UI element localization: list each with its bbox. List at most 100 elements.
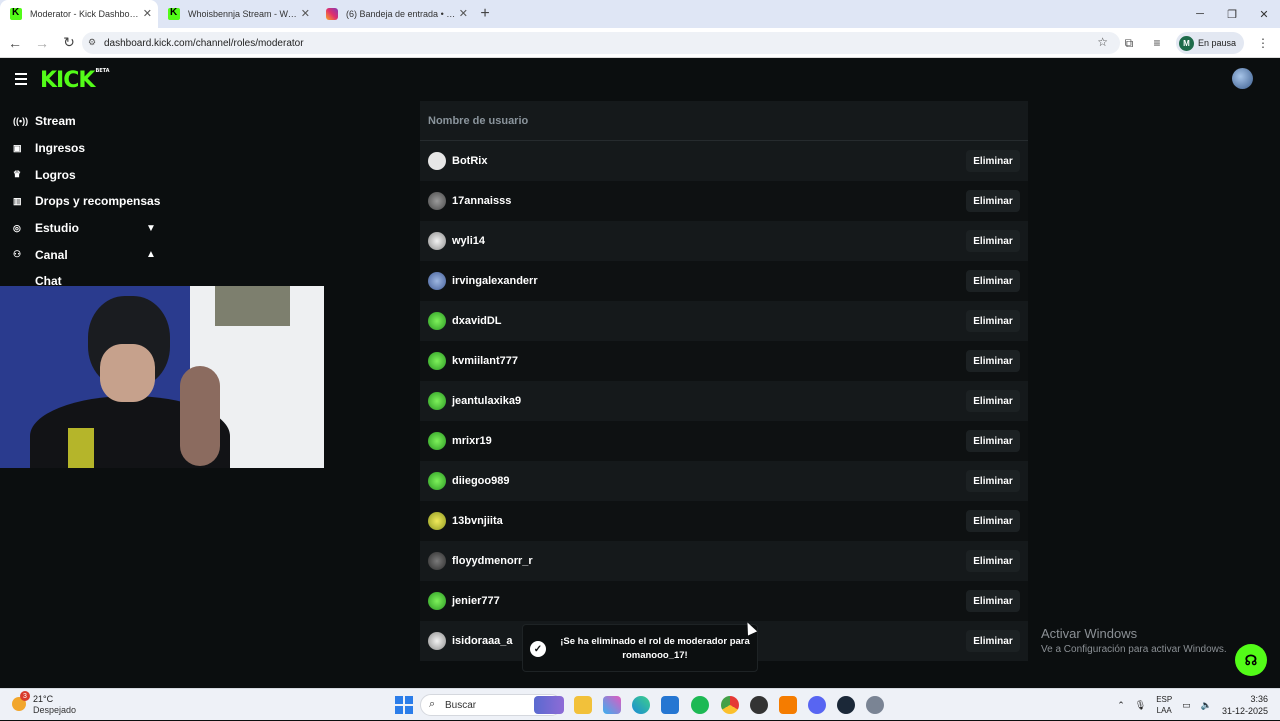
table-body: BotRix Eliminar 17annaisss Eliminar wyli14 El… xyxy=(420,141,1028,661)
sidebar-item-label: Ingresos xyxy=(35,141,86,156)
avatar xyxy=(428,352,446,370)
browser-menu-icon[interactable]: ⋮ xyxy=(1254,36,1272,50)
menu-hamburger-icon[interactable] xyxy=(15,73,27,88)
windows-taskbar: 3 21°C Despejado ⌕ Buscar ⌃ 🎙 ESP LAA ▭ … xyxy=(0,688,1280,720)
weather-temp: 21°C xyxy=(33,694,54,704)
table-row: jenier777 Eliminar xyxy=(420,581,1028,621)
forward-arrow-icon[interactable]: → xyxy=(30,35,54,51)
close-window-icon[interactable]: ✕ xyxy=(1248,0,1280,28)
sidebar-item-logros[interactable]: ♛ Logros xyxy=(0,161,170,188)
remove-moderator-button[interactable]: Eliminar xyxy=(966,190,1020,212)
sidebar-item-label: Drops y recompensas xyxy=(35,194,161,209)
tab-instagram-inbox[interactable]: (6) Bandeja de entrada • Chats ✕ xyxy=(316,0,474,28)
url-text: dashboard.kick.com/channel/roles/moderat… xyxy=(104,37,304,49)
username: mrixr19 xyxy=(452,435,492,447)
restore-icon[interactable]: ❐ xyxy=(1216,0,1248,28)
trophy-icon: ♛ xyxy=(13,169,22,180)
close-tab-icon[interactable]: ✕ xyxy=(459,7,468,20)
remove-moderator-button[interactable]: Eliminar xyxy=(966,390,1020,412)
profile-button[interactable]: M En pausa xyxy=(1175,32,1244,54)
spotify-icon[interactable] xyxy=(691,696,709,714)
remove-moderator-button[interactable]: Eliminar xyxy=(966,550,1020,572)
remove-moderator-button[interactable]: Eliminar xyxy=(966,510,1020,532)
sidebar-item-drops[interactable]: ▥ Drops y recompensas xyxy=(0,188,170,215)
kick-logo[interactable]: KICKBETA xyxy=(40,68,110,93)
remove-moderator-button[interactable]: Eliminar xyxy=(966,590,1020,612)
remove-moderator-button[interactable]: Eliminar xyxy=(966,430,1020,452)
chrome-icon[interactable] xyxy=(721,696,739,714)
tab-label: Moderator - Kick Dashboard xyxy=(30,9,140,19)
copilot-icon[interactable] xyxy=(603,696,621,714)
minimize-icon[interactable]: ─ xyxy=(1184,0,1216,28)
sidebar-item-stream[interactable]: ((•)) Stream xyxy=(0,108,170,135)
sidebar-item-label: Canal xyxy=(35,247,68,262)
close-tab-icon[interactable]: ✕ xyxy=(143,7,152,20)
remove-moderator-button[interactable]: Eliminar xyxy=(966,270,1020,292)
instagram-favicon-icon xyxy=(326,8,338,20)
remove-moderator-button[interactable]: Eliminar xyxy=(966,150,1020,172)
discord-icon[interactable] xyxy=(808,696,826,714)
column-header-username: Nombre de usuario xyxy=(428,114,529,127)
windows-start-icon[interactable] xyxy=(395,696,413,714)
volume-icon[interactable]: 🔈 xyxy=(1201,700,1212,711)
clock[interactable]: 3:36 31-12-2025 xyxy=(1222,693,1268,717)
site-info-icon[interactable]: ⚙ xyxy=(88,37,99,48)
back-arrow-icon[interactable]: ← xyxy=(3,35,27,51)
check-icon: ✓ xyxy=(530,641,546,657)
username: 17annaisss xyxy=(452,195,512,207)
weather-widget[interactable]: 3 21°C Despejado xyxy=(12,691,102,717)
widgets-icon[interactable] xyxy=(534,696,564,714)
windows-activation-watermark: Activar Windows Ve a Configuración para … xyxy=(1041,626,1227,655)
username: wyli14 xyxy=(452,235,486,247)
new-tab-button[interactable]: + xyxy=(474,0,496,28)
extensions-icon[interactable]: ⧉ xyxy=(1120,36,1138,51)
chevron-up-icon[interactable]: ⌃ xyxy=(1117,700,1125,711)
support-chat-icon[interactable]: ☊ xyxy=(1235,644,1267,676)
toast-message: ¡Se ha eliminado el rol de moderador par… xyxy=(560,636,750,661)
table-row: mrixr19 Eliminar xyxy=(420,421,1028,461)
moderators-table: Nombre de usuario BotRix Eliminar 17annais… xyxy=(420,101,1028,661)
tab-moderator-dashboard[interactable]: Moderator - Kick Dashboard ✕ xyxy=(0,0,158,28)
media-controls-icon[interactable]: ≡ xyxy=(1148,36,1166,50)
sidebar-item-estudio[interactable]: ◎ Estudio ▼ xyxy=(0,215,170,242)
obs-icon[interactable] xyxy=(750,696,768,714)
chevron-up-icon[interactable]: ▲ xyxy=(146,249,156,260)
toolbar-actions: ⧉ ≡ M En pausa ⋮ xyxy=(1120,32,1272,54)
steam-icon[interactable] xyxy=(837,696,855,714)
reload-icon[interactable]: ↻ xyxy=(57,34,81,51)
network-icon[interactable]: ▭ xyxy=(1182,700,1191,711)
settings-gear-icon[interactable] xyxy=(866,696,884,714)
browser-tab-strip: Moderator - Kick Dashboard ✕ Whoisbennja… xyxy=(0,0,1280,28)
sidebar-item-canal[interactable]: ⚇ Canal ▲ xyxy=(0,241,170,268)
bookmark-star-icon[interactable]: ☆ xyxy=(1097,35,1108,49)
app-icon[interactable] xyxy=(779,696,797,714)
close-tab-icon[interactable]: ✕ xyxy=(301,7,310,20)
table-row: irvingalexanderr Eliminar xyxy=(420,261,1028,301)
remove-moderator-button[interactable]: Eliminar xyxy=(966,350,1020,372)
studio-icon: ◎ xyxy=(13,222,21,233)
tab-label: Whoisbennja Stream - Watch Li xyxy=(188,9,298,19)
sidebar-item-label: Estudio xyxy=(35,221,79,236)
store-icon[interactable] xyxy=(661,696,679,714)
success-toast: ✓ ¡Se ha eliminado el rol de moderador p… xyxy=(522,624,758,672)
table-row: wyli14 Eliminar xyxy=(420,221,1028,261)
chevron-down-icon[interactable]: ▼ xyxy=(146,223,156,234)
language-indicator[interactable]: ESP LAA xyxy=(1156,694,1172,716)
profile-status: En pausa xyxy=(1197,38,1236,48)
username: kvmiilant777 xyxy=(452,355,519,367)
address-bar[interactable]: ⚙ dashboard.kick.com/channel/roles/moder… xyxy=(82,32,1120,54)
sidebar-item-ingresos[interactable]: ▣ Ingresos xyxy=(0,135,170,162)
table-row: floyydmenorr_r Eliminar xyxy=(420,541,1028,581)
table-row: dxavidDL Eliminar xyxy=(420,301,1028,341)
user-avatar[interactable] xyxy=(1232,68,1253,89)
remove-moderator-button[interactable]: Eliminar xyxy=(966,630,1020,652)
username: 13bvnjiita xyxy=(452,515,503,527)
remove-moderator-button[interactable]: Eliminar xyxy=(966,470,1020,492)
remove-moderator-button[interactable]: Eliminar xyxy=(966,310,1020,332)
file-explorer-icon[interactable] xyxy=(574,696,592,714)
avatar xyxy=(428,312,446,330)
tab-stream-watch[interactable]: Whoisbennja Stream - Watch Li ✕ xyxy=(158,0,316,28)
remove-moderator-button[interactable]: Eliminar xyxy=(966,230,1020,252)
microphone-icon[interactable]: 🎙 xyxy=(1135,700,1146,711)
edge-icon[interactable] xyxy=(632,696,650,714)
